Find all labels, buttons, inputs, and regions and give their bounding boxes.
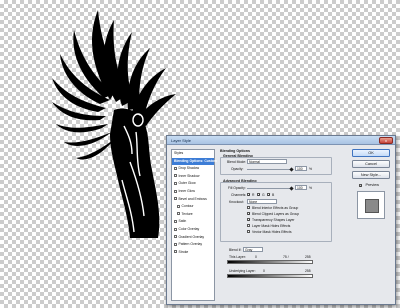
style-item-label: Satin [178, 219, 187, 224]
advanced-option-label: Vector Mask Hides Effects [252, 229, 292, 234]
fill-opacity-slider[interactable] [247, 188, 291, 190]
channel-b-label: B [272, 193, 275, 197]
fill-opacity-input[interactable]: 100 [295, 185, 307, 190]
blend-if-select[interactable]: Gray [243, 247, 263, 252]
style-item[interactable]: Stroke [172, 249, 214, 257]
advanced-option-checkbox[interactable] [247, 218, 251, 222]
style-item-label: Contour [181, 204, 194, 209]
style-item-checkbox[interactable] [177, 204, 180, 208]
style-item-label: Color Overlay [178, 226, 200, 231]
knockout-label: Knockout: [229, 200, 245, 204]
blend-if-label: Blend If: [229, 248, 242, 252]
style-item[interactable]: Color Overlay [172, 226, 214, 234]
style-item-checkbox[interactable] [174, 189, 177, 193]
ok-button[interactable]: OK [352, 149, 390, 157]
preview-label: Preview [365, 183, 379, 187]
advanced-option-label: Layer Mask Hides Effects [252, 223, 291, 228]
channel-g-label: G [262, 193, 265, 197]
close-icon[interactable]: x [379, 137, 393, 144]
style-item[interactable]: Satin [172, 218, 214, 226]
underlying-layer-gradient[interactable] [227, 274, 313, 278]
style-item[interactable]: Gradient Overlay [172, 234, 214, 242]
style-item-label: Inner Glow [178, 188, 195, 193]
channel-b-checkbox[interactable] [267, 193, 271, 197]
style-item[interactable]: Pattern Overlay [172, 241, 214, 249]
preview-checkbox[interactable] [358, 184, 363, 188]
style-item[interactable]: Contour [172, 203, 214, 211]
style-item-label: Blending Options: Custom [174, 158, 217, 163]
style-item-checkbox[interactable] [174, 174, 177, 178]
style-item-checkbox[interactable] [177, 212, 180, 216]
opacity-slider[interactable] [247, 169, 291, 171]
style-item[interactable]: Texture [172, 211, 214, 219]
advanced-option-checkbox[interactable] [247, 206, 251, 210]
styles-header[interactable]: Styles [172, 150, 214, 158]
style-item-label: Texture [181, 211, 193, 216]
opacity-label: Opacity: [231, 167, 244, 171]
style-item-label: Bevel and Emboss [178, 196, 207, 201]
style-preview-swatch [365, 199, 379, 213]
advanced-option-label: Blend Interior Effects as Group [252, 205, 299, 210]
opacity-percent: % [309, 167, 313, 171]
advanced-option-label: Blend Clipped Layers as Group [252, 211, 300, 216]
this-layer-high: 255 [305, 255, 311, 259]
blend-if-value: Gray [245, 248, 253, 252]
style-item[interactable]: Blending Options: Custom [172, 157, 217, 166]
blend-mode-select[interactable]: Normal [247, 159, 287, 164]
underlying-high: 255 [305, 269, 311, 273]
this-layer-mid: 75 / [283, 255, 289, 259]
blending-options-title: Blending Options [219, 149, 251, 153]
style-item-checkbox[interactable] [174, 166, 177, 170]
style-item-label: Inner Shadow [178, 173, 200, 178]
blend-mode-label: Blend Mode: [227, 160, 247, 164]
opacity-value: 100 [297, 167, 303, 171]
style-item-label: Pattern Overlay [178, 242, 203, 247]
underlying-layer-label: Underlying Layer: [229, 269, 256, 273]
cancel-button[interactable]: Cancel [352, 160, 390, 168]
this-layer-label: This Layer: [229, 255, 246, 259]
advanced-option-label: Transparency Shapes Layer [252, 217, 295, 222]
styles-list: Styles Blending Options: Custom Drop Shad… [171, 149, 217, 301]
channels-label: Channels: [231, 193, 247, 197]
underlying-low: 0 [263, 269, 265, 273]
style-item[interactable]: Inner Shadow [172, 173, 214, 181]
style-item-checkbox[interactable] [174, 197, 177, 201]
style-item[interactable]: Outer Glow [172, 180, 214, 188]
dialog-titlebar[interactable]: Layer Style x [167, 136, 395, 145]
style-item[interactable]: Drop Shadow [172, 165, 214, 173]
channel-r-checkbox[interactable] [247, 193, 251, 197]
advanced-option-checkbox[interactable] [247, 224, 251, 228]
channel-g-checkbox[interactable] [257, 193, 261, 197]
knockout-value: None [249, 200, 258, 204]
style-item-label: Gradient Overlay [178, 234, 205, 239]
style-item[interactable]: Inner Glow [172, 188, 214, 196]
style-item-checkbox[interactable] [174, 227, 177, 231]
channel-r-label: R [252, 193, 255, 197]
layer-style-dialog: Layer Style x Styles Blending Options: C… [166, 135, 396, 305]
style-preview-box [357, 191, 385, 219]
style-item[interactable]: Bevel and Emboss [172, 196, 214, 204]
this-layer-low: 0 [255, 255, 257, 259]
new-style-button[interactable]: New Style... [352, 171, 390, 179]
style-item-label: Drop Shadow [178, 166, 200, 171]
style-item-checkbox[interactable] [174, 219, 177, 223]
advanced-option-checkbox[interactable] [247, 230, 251, 234]
fill-opacity-value: 100 [297, 186, 303, 190]
style-item-checkbox[interactable] [174, 250, 177, 254]
style-item-label: Outer Glow [178, 181, 196, 186]
blend-mode-value: Normal [249, 160, 260, 164]
knockout-select[interactable]: None [247, 199, 277, 204]
opacity-input[interactable]: 100 [295, 166, 307, 171]
style-item-checkbox[interactable] [174, 235, 177, 239]
fill-opacity-label: Fill Opacity: [228, 186, 246, 190]
advanced-option-checkbox[interactable] [247, 212, 251, 216]
fill-opacity-percent: % [309, 186, 313, 190]
style-item-label: Stroke [178, 249, 189, 254]
blending-options-panel: Blending Options General Blending Blend … [219, 149, 351, 301]
style-item-checkbox[interactable] [174, 181, 177, 185]
style-item-checkbox[interactable] [174, 242, 177, 246]
this-layer-gradient[interactable] [227, 260, 313, 264]
dialog-title: Layer Style [171, 138, 192, 143]
